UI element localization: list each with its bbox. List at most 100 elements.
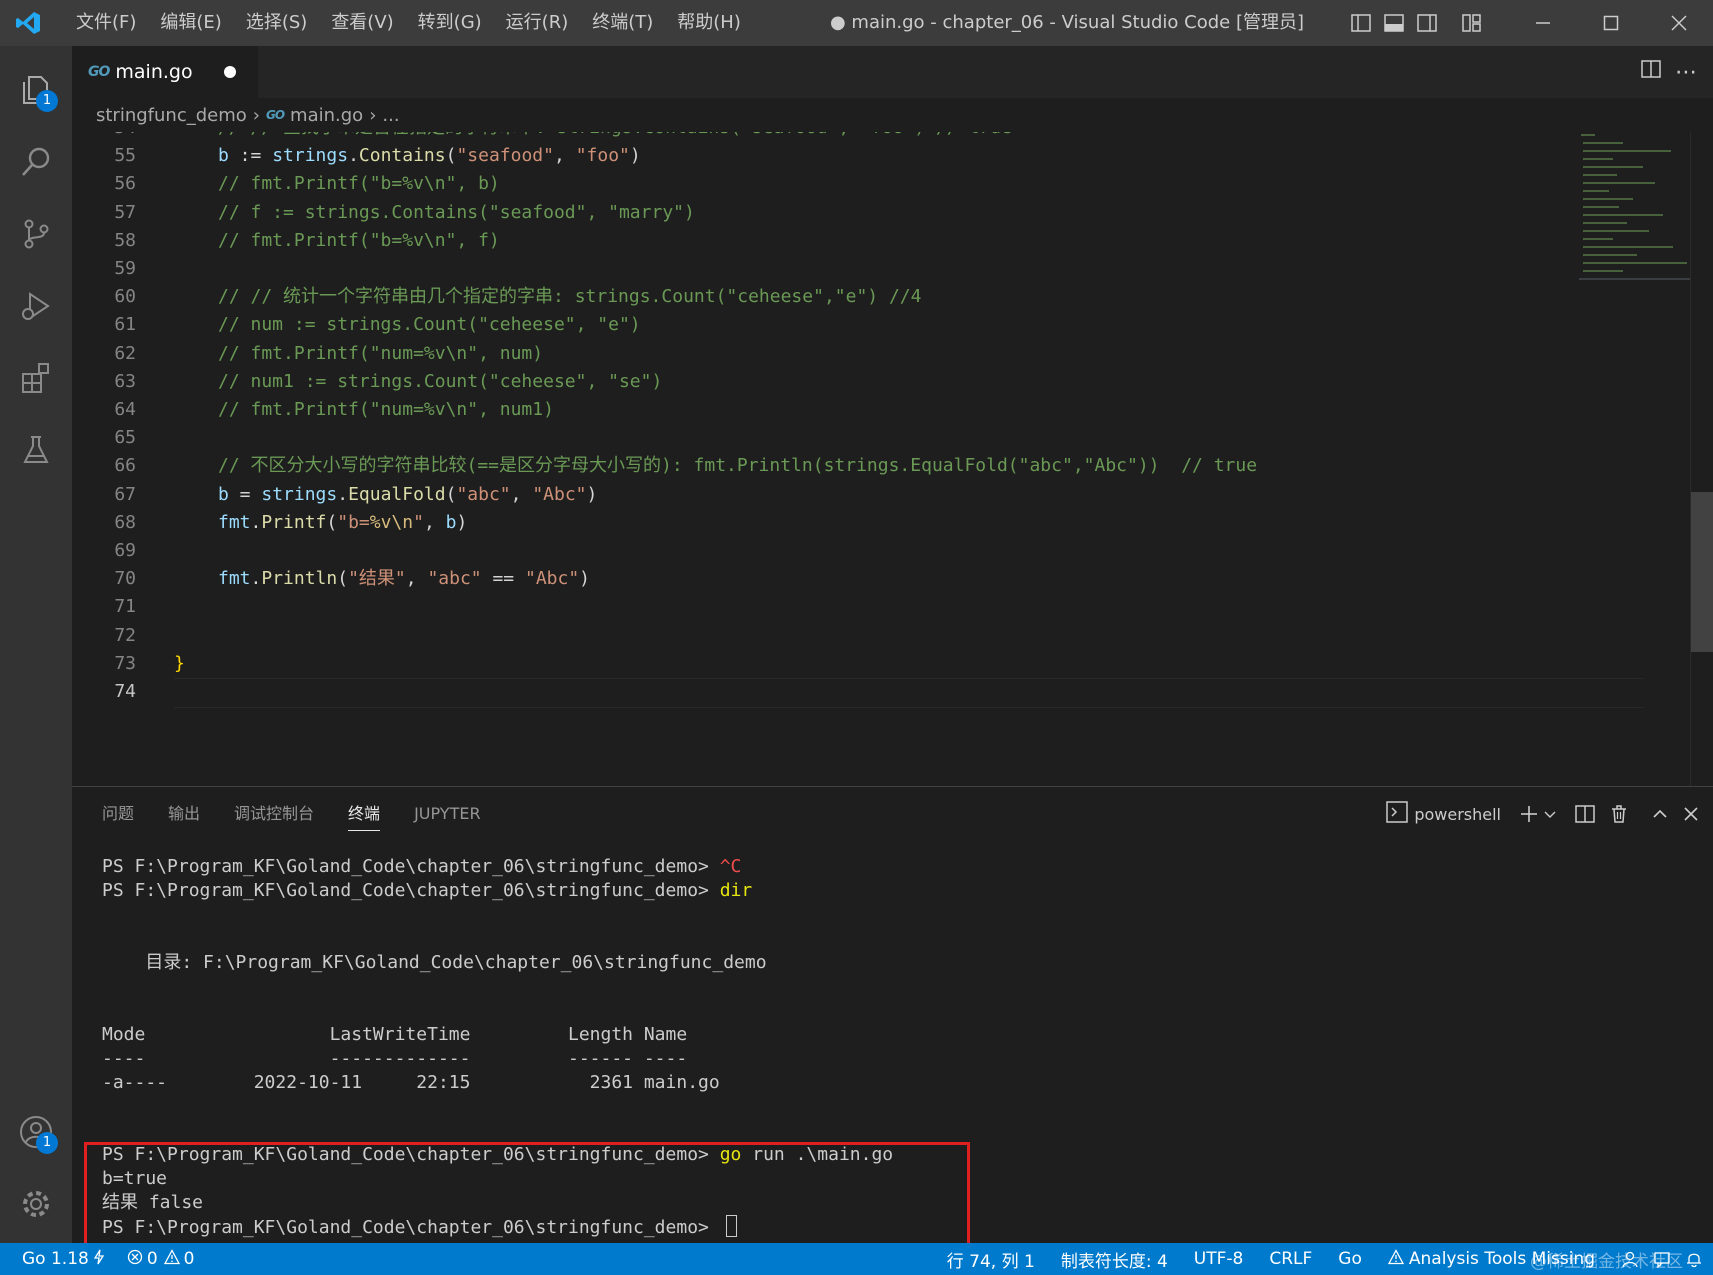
manage-gear-icon[interactable]	[0, 1168, 72, 1240]
testing-flask-icon[interactable]	[0, 414, 72, 486]
terminal-line: Mode LastWriteTime Length Name	[102, 1023, 1682, 1047]
menu-run[interactable]: 运行(R)	[494, 0, 581, 46]
lightning-icon	[93, 1249, 105, 1270]
code-line[interactable]: 58 // fmt.Printf("b=%v\n", f)	[72, 227, 1572, 255]
terminal-shell-selector[interactable]: powershell	[1386, 800, 1501, 828]
more-actions-icon[interactable]: ⋯	[1675, 60, 1697, 85]
title-bar: 文件(F) 编辑(E) 选择(S) 查看(V) 转到(G) 运行(R) 终端(T…	[0, 0, 1713, 46]
menu-go[interactable]: 转到(G)	[406, 0, 494, 46]
code-token: "seafood"	[456, 145, 554, 167]
tab-terminal[interactable]: 终端	[348, 787, 381, 841]
code-line[interactable]: 54 // // 查找子串是否在指定的字符串中: strings.Contains…	[72, 132, 1572, 142]
go-version-label: Go 1.18	[22, 1249, 89, 1269]
code-line[interactable]: 56 // fmt.Printf("b=%v\n", b)	[72, 170, 1572, 198]
code-text: fmt.Printf("b=%v\n", b)	[218, 509, 467, 537]
tab-size[interactable]: 制表符长度: 4	[1061, 1247, 1168, 1272]
terminal-output[interactable]: PS F:\Program_KF\Goland_Code\chapter_06\…	[102, 855, 1682, 1239]
code-line[interactable]: 66 // 不区分大小写的字符串比较(==是区分字母大小写的): fmt.Prin…	[72, 452, 1572, 480]
code-line[interactable]: 55 b := strings.Contains("seafood", "foo"…	[72, 142, 1572, 170]
error-count: 0	[146, 1249, 158, 1269]
line-number: 64	[114, 399, 136, 420]
terminal-text: PS F:\Program_KF\Goland_Code\chapter_06\…	[102, 1217, 720, 1238]
line-ending[interactable]: CRLF	[1269, 1249, 1312, 1269]
breadcrumb-symbol[interactable]: ...	[382, 105, 399, 126]
minimap[interactable]	[1579, 132, 1691, 282]
cursor-position[interactable]: 行 74, 列 1	[947, 1247, 1035, 1272]
code-line[interactable]: 62 // fmt.Printf("num=%v\n", num)	[72, 340, 1572, 368]
code-line[interactable]: 71	[72, 593, 1572, 621]
maximize-panel-chevron-up-icon[interactable]	[1651, 805, 1669, 823]
tab-jupyter[interactable]: JUPYTER	[414, 787, 481, 841]
code-line[interactable]: 59	[72, 255, 1572, 283]
run-debug-icon[interactable]	[0, 270, 72, 342]
code-line[interactable]: 65	[72, 424, 1572, 452]
menu-help[interactable]: 帮助(H)	[665, 0, 753, 46]
terminal-text: run .\main.go	[741, 1144, 894, 1165]
code-line[interactable]: 70 fmt.Println("结果", "abc" == "Abc")	[72, 565, 1572, 593]
code-token: // fmt.Printf("num=%v\n", num1)	[218, 399, 554, 420]
accounts-badge: 1	[36, 1132, 58, 1154]
close-icon[interactable]	[1645, 0, 1713, 46]
tab-problems[interactable]: 问题	[102, 787, 134, 841]
line-number: 73	[114, 652, 136, 674]
line-number: 59	[114, 258, 136, 279]
code-line[interactable]: 73}	[72, 650, 1572, 678]
code-token: Println	[261, 568, 338, 590]
menu-view[interactable]: 查看(V)	[319, 0, 405, 46]
customize-layout-icon[interactable]	[1457, 0, 1487, 46]
explorer-icon[interactable]: 1	[0, 54, 72, 126]
notifications-bell-icon[interactable]	[1685, 1250, 1703, 1268]
code-token: "abc"	[427, 568, 482, 590]
toggle-primary-sidebar-icon[interactable]	[1346, 0, 1376, 46]
code-line[interactable]: 74	[72, 678, 1572, 706]
code-line[interactable]: 69	[72, 537, 1572, 565]
encoding[interactable]: UTF-8	[1194, 1249, 1244, 1269]
tab-main-go[interactable]: GO main.go	[72, 46, 258, 98]
code-line[interactable]: 60 // // 统计一个字符串由几个指定的字串: strings.Count("…	[72, 283, 1572, 311]
menu-edit[interactable]: 编辑(E)	[148, 0, 233, 46]
code-line[interactable]: 68 fmt.Printf("b=%v\n", b)	[72, 509, 1572, 537]
maximize-icon[interactable]	[1577, 0, 1645, 46]
menu-selection[interactable]: 选择(S)	[234, 0, 319, 46]
code-line[interactable]: 57 // f := strings.Contains("seafood", "m…	[72, 199, 1572, 227]
source-control-icon[interactable]	[0, 198, 72, 270]
code-editor[interactable]: 54 // // 查找子串是否在指定的字符串中: strings.Contains…	[72, 132, 1713, 786]
code-line[interactable]: 67 b = strings.EqualFold("abc", "Abc")	[72, 481, 1572, 509]
code-line[interactable]: 64 // fmt.Printf("num=%v\n", num1)	[72, 396, 1572, 424]
code-text: }	[174, 650, 185, 678]
code-token: "b=	[337, 511, 370, 533]
chevron-down-icon[interactable]	[1543, 807, 1557, 821]
toggle-panel-icon[interactable]	[1379, 0, 1409, 46]
trash-icon[interactable]	[1609, 804, 1629, 824]
code-token: fmt	[218, 568, 251, 590]
accounts-icon[interactable]: 1	[0, 1096, 72, 1168]
extensions-icon[interactable]	[0, 342, 72, 414]
code-token: // // 统计一个字符串由几个指定的字串: strings.Count("ce…	[218, 286, 922, 308]
tab-debug-console[interactable]: 调试控制台	[234, 787, 314, 841]
line-number: 68	[114, 511, 136, 533]
editor-scrollbar[interactable]	[1690, 132, 1713, 786]
code-token: fmt	[218, 511, 251, 533]
split-editor-icon[interactable]	[1641, 59, 1661, 85]
new-terminal-plus-icon[interactable]	[1519, 804, 1539, 824]
tab-output[interactable]: 输出	[168, 787, 200, 841]
code-line[interactable]: 61 // num := strings.Count("ceheese", "e"…	[72, 311, 1572, 339]
breadcrumb-folder[interactable]: stringfunc_demo	[96, 105, 247, 126]
minimize-icon[interactable]	[1509, 0, 1577, 46]
split-terminal-icon[interactable]	[1575, 804, 1595, 824]
go-file-icon: GO	[265, 108, 285, 122]
menu-terminal[interactable]: 终端(T)	[580, 0, 665, 46]
editor-scrollbar-thumb[interactable]	[1691, 492, 1713, 652]
code-line[interactable]: 63 // num1 := strings.Count("ceheese", "s…	[72, 368, 1572, 396]
breadcrumb-file[interactable]: main.go	[290, 105, 363, 126]
code-line[interactable]: 72	[72, 622, 1572, 650]
problems-status[interactable]: 0 0	[127, 1248, 195, 1270]
language-mode[interactable]: Go	[1338, 1249, 1362, 1269]
search-icon[interactable]	[0, 126, 72, 198]
toggle-secondary-sidebar-icon[interactable]	[1412, 0, 1442, 46]
menu-file[interactable]: 文件(F)	[64, 0, 148, 46]
unsaved-dot-icon[interactable]	[224, 66, 236, 78]
close-panel-icon[interactable]	[1683, 806, 1699, 822]
go-version-status[interactable]: Go 1.18	[22, 1249, 105, 1270]
